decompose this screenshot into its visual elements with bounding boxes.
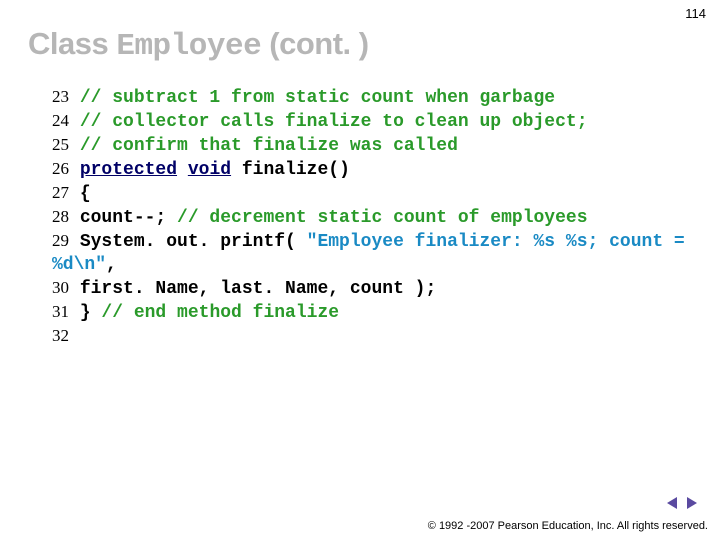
line-number: 25 <box>52 135 69 154</box>
line-number: 31 <box>52 302 69 321</box>
title-classname: Employee <box>116 29 261 64</box>
line-number: 30 <box>52 278 69 297</box>
code-keyword: void <box>188 160 231 180</box>
line-number: 26 <box>52 159 69 178</box>
line-number: 23 <box>52 87 69 106</box>
title-prefix: Class <box>28 26 116 61</box>
next-icon[interactable] <box>684 494 700 511</box>
line-number: 29 <box>52 231 69 250</box>
code-text: System. out. printf( <box>80 232 307 252</box>
prev-icon[interactable] <box>664 494 684 511</box>
code-comment: // end method finalize <box>101 303 339 323</box>
code-keyword: protected <box>80 160 177 180</box>
code-comment: // subtract 1 from static count when gar… <box>80 88 555 108</box>
copyright-text: © 1992 -2007 Pearson Education, Inc. All… <box>428 520 708 532</box>
line-number: 28 <box>52 207 69 226</box>
code-text: count--; <box>80 208 177 228</box>
page-title: Class Employee (cont. ) <box>28 26 369 64</box>
code-text: } <box>80 303 102 323</box>
code-comment: // confirm that finalize was called <box>80 136 458 156</box>
code-block: 23 // subtract 1 from static count when … <box>52 86 692 349</box>
code-text: , <box>106 255 117 275</box>
code-comment: // collector calls finalize to clean up … <box>80 112 588 132</box>
code-comment: // decrement static count of employees <box>177 208 587 228</box>
code-text: first. Name, last. Name, count ); <box>80 279 436 299</box>
line-number: 24 <box>52 111 69 130</box>
code-text: finalize() <box>231 160 350 180</box>
title-suffix: (cont. ) <box>261 26 368 61</box>
line-number: 32 <box>52 326 69 345</box>
line-number: 27 <box>52 183 69 202</box>
code-text: { <box>80 184 91 204</box>
nav-controls <box>664 494 700 512</box>
page-number: 114 <box>685 6 706 21</box>
